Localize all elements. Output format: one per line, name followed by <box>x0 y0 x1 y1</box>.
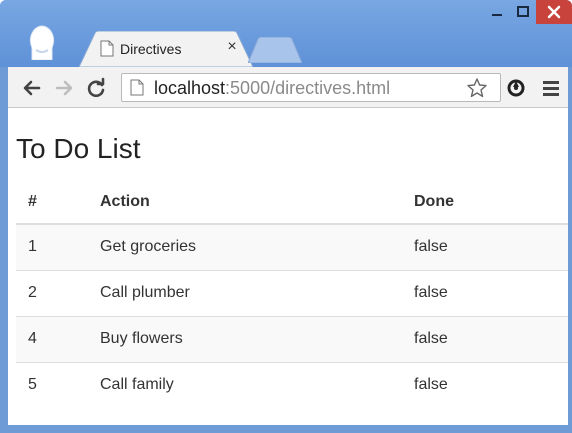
row-action: Get groceries <box>88 223 402 270</box>
forward-arrow-icon[interactable] <box>52 76 76 100</box>
page-content: To Do List # Action Done 1 Get groceries… <box>8 108 568 425</box>
maximize-icon[interactable] <box>510 0 536 24</box>
row-done: false <box>402 223 568 270</box>
address-bar[interactable]: localhost:5000/directives.html <box>121 73 501 102</box>
reload-icon[interactable] <box>84 76 108 100</box>
row-number: 5 <box>16 361 88 408</box>
title-bar: Directives × <box>0 0 572 68</box>
column-header-done: Done <box>402 180 568 225</box>
column-header-action: Action <box>88 180 402 225</box>
minimize-icon[interactable] <box>484 0 510 24</box>
back-arrow-icon[interactable] <box>20 76 44 100</box>
browser-toolbar: localhost:5000/directives.html <box>8 67 568 108</box>
tab-title: Directives <box>120 41 182 57</box>
page-title: To Do List <box>16 133 141 164</box>
row-action: Call plumber <box>88 269 402 316</box>
tab-close-icon[interactable]: × <box>224 38 240 56</box>
row-number: 2 <box>16 269 88 316</box>
url-text[interactable]: localhost:5000/directives.html <box>154 77 390 99</box>
table-header-row: # Action Done <box>16 180 568 225</box>
table-row: 1 Get groceries false <box>16 223 568 270</box>
extension-icon[interactable] <box>505 77 527 99</box>
row-action: Call family <box>88 361 402 408</box>
row-action: Buy flowers <box>88 315 402 362</box>
row-number: 4 <box>16 315 88 362</box>
browser-window: Directives × localhost:5000/directives.h… <box>0 0 572 433</box>
table-row: 2 Call plumber false <box>16 269 568 316</box>
hamburger-menu-icon[interactable] <box>540 77 562 99</box>
page-icon <box>130 79 144 96</box>
table-row: 5 Call family false <box>16 361 568 408</box>
row-number: 1 <box>16 223 88 270</box>
url-path: :5000/directives.html <box>225 78 391 98</box>
page-icon <box>100 40 114 57</box>
url-host: localhost <box>154 78 226 98</box>
profile-icon[interactable] <box>28 24 56 61</box>
row-done: false <box>402 269 568 316</box>
window-bottom-border <box>0 425 572 433</box>
bookmark-star-icon[interactable] <box>466 77 488 99</box>
column-header-number: # <box>16 180 88 225</box>
close-icon[interactable] <box>536 0 572 24</box>
new-tab-button[interactable] <box>247 36 303 64</box>
table-row: 4 Buy flowers false <box>16 315 568 362</box>
todo-table: # Action Done 1 Get groceries false 2 Ca… <box>16 180 568 408</box>
row-done: false <box>402 315 568 362</box>
row-done: false <box>402 361 568 408</box>
